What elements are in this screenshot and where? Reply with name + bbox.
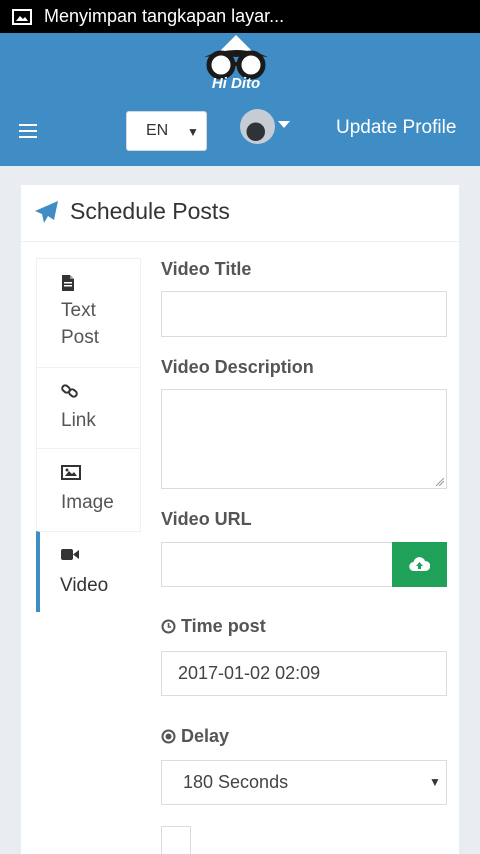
tab-label: Video (60, 575, 109, 596)
tab-label: Text Post (61, 300, 100, 348)
card-header: Schedule Posts (21, 185, 459, 242)
checkbox[interactable] (161, 826, 191, 854)
delay-label: Delay (181, 726, 230, 746)
image-icon (61, 465, 81, 480)
video-title-label: Video Title (161, 259, 252, 279)
logo-text: Hi Dito (211, 75, 261, 92)
tab-image[interactable]: Image (36, 448, 141, 531)
time-post-label-row: Time post (161, 616, 266, 637)
video-icon (61, 549, 79, 560)
image-icon (12, 8, 32, 25)
logo[interactable]: Hi Dito (196, 33, 276, 99)
language-value: EN (146, 122, 169, 139)
update-profile-link[interactable]: Update Profile (336, 117, 456, 139)
caret-down-icon[interactable] (278, 121, 290, 128)
time-post-input[interactable]: 2017-01-02 02:09 (161, 651, 447, 696)
tab-link[interactable]: Link (36, 367, 141, 448)
video-url-label: Video URL (161, 509, 252, 529)
clock-icon (161, 619, 176, 634)
video-description-label: Video Description (161, 357, 314, 377)
tab-label: Image (61, 492, 114, 513)
video-url-input[interactable] (161, 542, 393, 587)
delay-value: 180 Seconds (183, 772, 289, 792)
delay-select[interactable]: 180 Seconds ▼ (161, 760, 447, 805)
target-icon (161, 729, 176, 744)
page-title: Schedule Posts (70, 198, 230, 224)
tab-text-post[interactable]: Text Post (36, 258, 141, 367)
delay-label-row: Delay (161, 726, 229, 747)
video-title-input[interactable] (161, 291, 447, 337)
time-post-label: Time post (181, 616, 266, 636)
tab-video[interactable]: Video (36, 531, 141, 612)
caret-down-icon: ▼ (187, 125, 199, 139)
post-type-tabs: Text Post Link Image Video (36, 258, 141, 612)
language-select[interactable]: EN ▼ (126, 111, 207, 151)
link-icon (61, 384, 78, 398)
status-bar: Menyimpan tangkapan layar... (0, 0, 480, 33)
resize-handle-icon[interactable] (436, 478, 444, 486)
status-notification-text: Menyimpan tangkapan layar... (44, 6, 285, 26)
time-post-value: 2017-01-02 02:09 (178, 663, 321, 683)
avatar[interactable] (240, 109, 275, 144)
upload-button[interactable] (392, 542, 447, 587)
app-header: Hi Dito EN ▼ Update Profile (0, 33, 480, 166)
caret-down-icon: ▼ (429, 775, 441, 789)
menu-icon[interactable] (19, 124, 37, 138)
video-description-textarea[interactable] (161, 389, 447, 489)
document-icon (62, 275, 74, 291)
tab-label: Link (61, 410, 96, 431)
paper-plane-icon (35, 201, 58, 223)
cloud-upload-icon (409, 557, 430, 572)
